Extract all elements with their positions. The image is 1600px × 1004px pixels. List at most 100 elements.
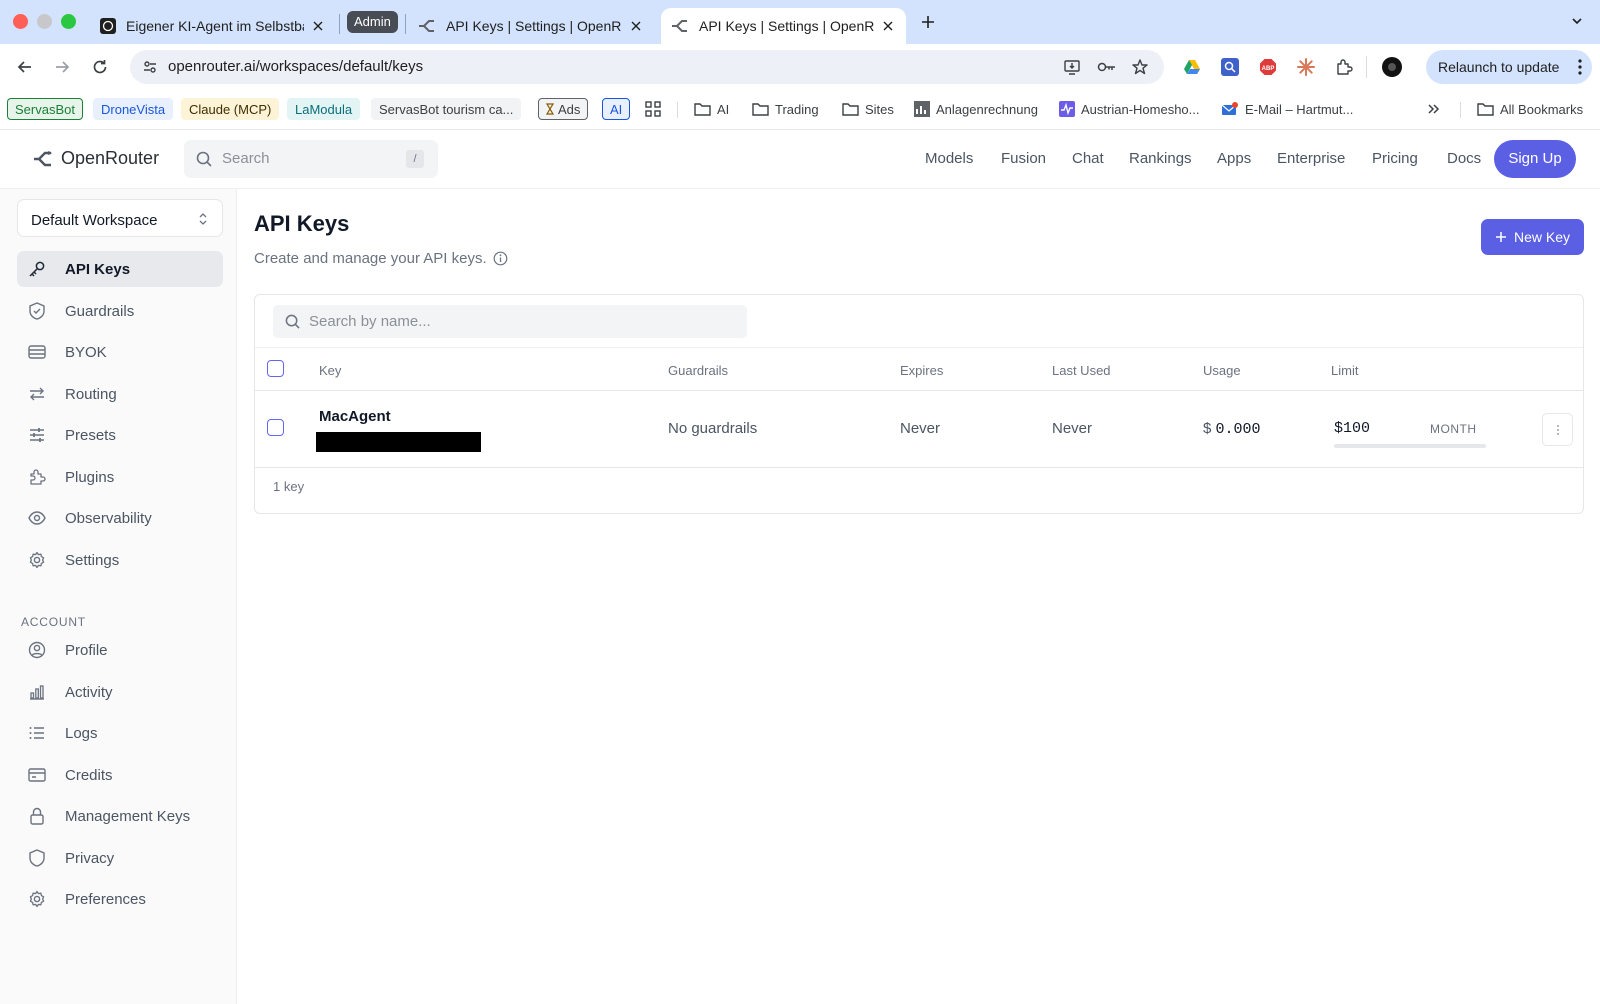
bookmark-anlagenrechnung[interactable]: Anlagenrechnung (914, 98, 1038, 120)
bookmark-divider (1460, 102, 1461, 118)
bookmark-folder-trading[interactable]: Trading (752, 98, 819, 120)
column-header-key[interactable]: Key (319, 363, 341, 378)
all-bookmarks-folder[interactable]: All Bookmarks (1477, 98, 1583, 120)
sidebar-item-guardrails[interactable]: Guardrails (17, 293, 223, 329)
back-button[interactable] (9, 51, 41, 83)
nav-chat[interactable]: Chat (1072, 150, 1104, 167)
tab-separator (339, 14, 340, 34)
sidebar-item-label: BYOK (65, 343, 107, 361)
google-drive-extension-icon[interactable] (1176, 51, 1208, 83)
key-limit: $100 (1334, 420, 1371, 437)
nav-pricing[interactable]: Pricing (1372, 150, 1418, 167)
nav-fusion[interactable]: Fusion (1001, 150, 1046, 167)
sidebar-item-api-keys[interactable]: API Keys (17, 251, 223, 287)
sidebar-item-routing[interactable]: Routing (17, 376, 223, 412)
folder-icon (1477, 102, 1494, 116)
bookmark-servasbot-tourism[interactable]: ServasBot tourism ca... (371, 98, 522, 120)
sidebar-item-management-keys[interactable]: Management Keys (17, 798, 223, 834)
close-icon[interactable] (628, 18, 644, 34)
bookmark-claude-mcp[interactable]: Claude (MCP) (181, 98, 280, 120)
bookmark-ai-chip[interactable]: AI (602, 98, 631, 120)
sidebar-item-credits[interactable]: Credits (17, 757, 223, 793)
settings-sidebar: Default Workspace API Keys Guardrails BY… (0, 189, 237, 1004)
sidebar-item-logs[interactable]: Logs (17, 715, 223, 751)
bookmark-email[interactable]: E-Mail – Hartmut... (1221, 98, 1353, 120)
row-checkbox[interactable] (267, 419, 284, 436)
sliders-icon (27, 427, 47, 443)
info-icon[interactable] (493, 251, 508, 266)
column-header-usage[interactable]: Usage (1203, 363, 1241, 378)
bookmark-folder-sites[interactable]: Sites (842, 98, 894, 120)
address-bar[interactable]: openrouter.ai/workspaces/default/keys (130, 50, 1164, 84)
window-minimize-button[interactable] (37, 14, 52, 29)
window-zoom-button[interactable] (61, 14, 76, 29)
folder-icon (842, 102, 859, 116)
bookmark-label: LaModula (295, 101, 353, 117)
column-header-limit[interactable]: Limit (1331, 363, 1358, 378)
sidebar-item-label: Routing (65, 385, 117, 403)
bookmark-ads[interactable]: Ads (538, 98, 589, 120)
sidebar-item-activity[interactable]: Activity (17, 674, 223, 710)
sidebar-item-plugins[interactable]: Plugins (17, 459, 223, 495)
install-app-icon[interactable] (1062, 57, 1082, 77)
browser-tab-1[interactable]: Eigener KI-Agent im Selbstba (90, 8, 336, 44)
key-search-input[interactable] (309, 305, 729, 338)
sidebar-item-label: Credits (65, 766, 113, 784)
bookmark-dronevista[interactable]: DroneVista (93, 98, 174, 120)
browser-tab-2[interactable]: API Keys | Settings | OpenRou (408, 8, 654, 44)
arrows-icon (27, 386, 47, 402)
sidebar-item-label: API Keys (65, 260, 131, 278)
nav-enterprise[interactable]: Enterprise (1277, 150, 1345, 167)
sidebar-item-label: Management Keys (65, 807, 191, 825)
adblock-plus-extension-icon[interactable]: ABP (1252, 51, 1284, 83)
relaunch-to-update-button[interactable]: Relaunch to update (1426, 50, 1592, 84)
nav-docs[interactable]: Docs (1447, 150, 1481, 167)
bookmark-lamodula[interactable]: LaModula (287, 98, 361, 120)
sign-up-button[interactable]: Sign Up (1494, 140, 1576, 178)
nav-apps[interactable]: Apps (1217, 150, 1251, 167)
password-key-icon[interactable] (1097, 57, 1117, 77)
user-circle-icon (27, 641, 47, 659)
tab-group-admin[interactable]: Admin (347, 11, 398, 33)
key-search-field[interactable] (273, 305, 747, 338)
forward-button[interactable] (46, 51, 78, 83)
tab-search-chevron-down-icon[interactable] (1570, 14, 1584, 28)
sidebar-item-privacy[interactable]: Privacy (17, 840, 223, 876)
workspace-selector[interactable]: Default Workspace (17, 199, 223, 237)
global-search-input[interactable]: Search / (184, 140, 438, 178)
more-bookmarks-chevron-icon[interactable] (1427, 98, 1441, 120)
close-icon[interactable] (310, 18, 326, 34)
profile-avatar[interactable] (1376, 51, 1408, 83)
new-key-button[interactable]: New Key (1481, 219, 1584, 255)
window-close-button[interactable] (13, 14, 28, 29)
apps-grid-icon[interactable] (645, 98, 661, 120)
bookmark-austrian-homeshop[interactable]: Austrian-Homesho... (1059, 98, 1200, 120)
sidebar-item-settings[interactable]: Settings (17, 542, 223, 578)
sidebar-item-preferences[interactable]: Preferences (17, 881, 223, 917)
bookmark-folder-ai[interactable]: AI (694, 98, 729, 120)
column-header-expires[interactable]: Expires (900, 363, 943, 378)
extensions-puzzle-icon[interactable] (1328, 51, 1360, 83)
column-header-guardrails[interactable]: Guardrails (668, 363, 728, 378)
close-icon[interactable] (880, 18, 896, 34)
row-actions-button[interactable] (1542, 413, 1573, 446)
bookmark-servasbot[interactable]: ServasBot (7, 98, 83, 120)
sidebar-item-observability[interactable]: Observability (17, 500, 223, 536)
workspace-name: Default Workspace (31, 212, 158, 229)
site-info-icon[interactable] (140, 57, 160, 77)
sidebar-item-profile[interactable]: Profile (17, 632, 223, 668)
new-tab-button[interactable] (918, 12, 938, 32)
nav-rankings[interactable]: Rankings (1129, 150, 1192, 167)
select-all-checkbox[interactable] (267, 360, 284, 377)
claude-extension-icon[interactable] (1290, 51, 1322, 83)
browser-tab-3-active[interactable]: API Keys | Settings | OpenRou (661, 8, 906, 44)
sidebar-item-presets[interactable]: Presets (17, 417, 223, 453)
column-header-last-used[interactable]: Last Used (1052, 363, 1111, 378)
table-row[interactable]: MacAgent No guardrails Never Never $ 0.0… (255, 391, 1583, 468)
sidebar-item-byok[interactable]: BYOK (17, 334, 223, 370)
search-extension-icon[interactable] (1214, 51, 1246, 83)
reload-button[interactable] (84, 51, 116, 83)
bookmark-star-icon[interactable] (1130, 57, 1150, 77)
openrouter-home-link[interactable]: OpenRouter (33, 148, 159, 169)
nav-models[interactable]: Models (925, 150, 973, 167)
